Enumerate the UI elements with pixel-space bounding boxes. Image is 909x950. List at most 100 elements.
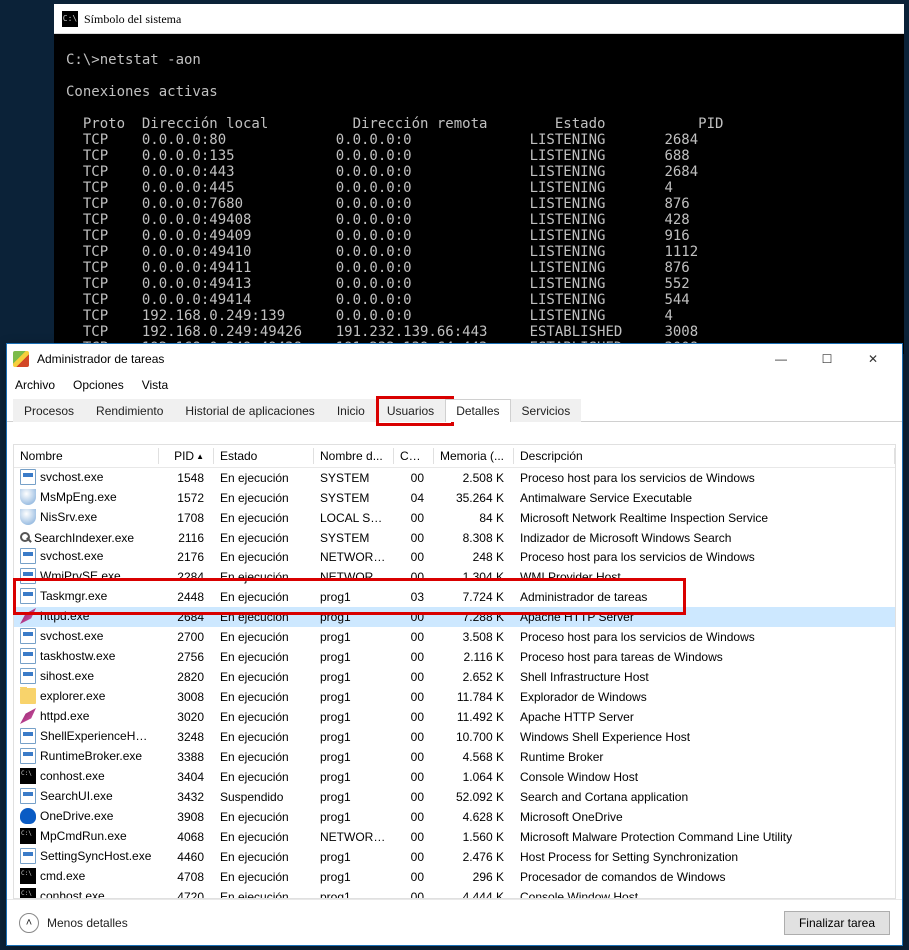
proc-cpu: 04 <box>394 488 434 508</box>
process-table: Nombre PID▲ Estado Nombre d... CPU Memor… <box>14 445 895 899</box>
tab-detalles[interactable]: Detalles <box>445 399 510 422</box>
proc-pid: 2756 <box>159 647 214 667</box>
proc-mem: 4.628 K <box>434 807 514 827</box>
proc-user: prog1 <box>314 867 394 887</box>
proc-user: prog1 <box>314 707 394 727</box>
fewer-details-label: Menos detalles <box>47 916 128 930</box>
tab-procesos[interactable]: Procesos <box>13 399 85 422</box>
proc-desc: Apache HTTP Server <box>514 607 895 627</box>
table-row[interactable]: httpd.exe2684En ejecuciónprog1007.288 KA… <box>14 607 895 627</box>
table-row[interactable]: svchost.exe2176En ejecuciónNETWORK...002… <box>14 547 895 567</box>
proc-user: NETWORK... <box>314 567 394 587</box>
proc-pid: 3388 <box>159 747 214 767</box>
proc-cpu: 00 <box>394 767 434 787</box>
table-row[interactable]: httpd.exe3020En ejecuciónprog10011.492 K… <box>14 707 895 727</box>
table-row[interactable]: cmd.exe4708En ejecuciónprog100296 KProce… <box>14 867 895 887</box>
tm-menubar: Archivo Opciones Vista <box>7 374 902 396</box>
table-row[interactable]: SearchIndexer.exe2116En ejecuciónSYSTEM0… <box>14 528 895 547</box>
minimize-button[interactable]: — <box>758 344 804 374</box>
table-header-row: Nombre PID▲ Estado Nombre d... CPU Memor… <box>14 445 895 468</box>
proc-estado: En ejecución <box>214 587 314 607</box>
tab-inicio[interactable]: Inicio <box>326 399 376 422</box>
proc-pid: 4068 <box>159 827 214 847</box>
table-row[interactable]: conhost.exe3404En ejecuciónprog1001.064 … <box>14 767 895 787</box>
table-row[interactable]: ShellExperienceHost....3248En ejecuciónp… <box>14 727 895 747</box>
table-row[interactable]: SearchUI.exe3432Suspendidoprog10052.092 … <box>14 787 895 807</box>
table-row[interactable]: NisSrv.exe1708En ejecuciónLOCAL SE...008… <box>14 508 895 528</box>
proc-user: SYSTEM <box>314 468 394 489</box>
proc-cpu: 03 <box>394 587 434 607</box>
proc-user: prog1 <box>314 727 394 747</box>
table-row[interactable]: MpCmdRun.exe4068En ejecuciónNETWORK...00… <box>14 827 895 847</box>
close-button[interactable]: ✕ <box>850 344 896 374</box>
table-row[interactable]: OneDrive.exe3908En ejecuciónprog1004.628… <box>14 807 895 827</box>
proc-name: svchost.exe <box>40 629 103 643</box>
process-icon <box>20 728 36 744</box>
proc-cpu: 00 <box>394 627 434 647</box>
maximize-button[interactable]: ☐ <box>804 344 850 374</box>
command-prompt-window[interactable]: C:\ Símbolo del sistema C:\>netstat -aon… <box>54 4 904 354</box>
proc-estado: En ejecución <box>214 687 314 707</box>
task-manager-icon <box>13 351 29 367</box>
table-row[interactable]: explorer.exe3008En ejecuciónprog10011.78… <box>14 687 895 707</box>
table-row[interactable]: svchost.exe2700En ejecuciónprog1003.508 … <box>14 627 895 647</box>
process-icon <box>20 808 36 824</box>
proc-desc: Apache HTTP Server <box>514 707 895 727</box>
proc-desc: Microsoft Malware Protection Command Lin… <box>514 827 895 847</box>
col-cpu[interactable]: CPU <box>394 445 434 468</box>
table-row[interactable]: RuntimeBroker.exe3388En ejecuciónprog100… <box>14 747 895 767</box>
col-usuario[interactable]: Nombre d... <box>314 445 394 468</box>
proc-estado: En ejecución <box>214 767 314 787</box>
proc-name: sihost.exe <box>40 669 94 683</box>
proc-mem: 4.444 K <box>434 887 514 899</box>
tab-servicios[interactable]: Servicios <box>511 399 582 422</box>
table-row[interactable]: sihost.exe2820En ejecuciónprog1002.652 K… <box>14 667 895 687</box>
col-nombre[interactable]: Nombre <box>14 445 159 468</box>
process-icon <box>20 648 36 664</box>
proc-user: prog1 <box>314 807 394 827</box>
table-row[interactable]: conhost.exe4720En ejecuciónprog1004.444 … <box>14 887 895 899</box>
tab-historial[interactable]: Historial de aplicaciones <box>174 399 325 422</box>
proc-cpu: 00 <box>394 508 434 528</box>
proc-mem: 1.304 K <box>434 567 514 587</box>
table-row[interactable]: WmiPrvSE.exe2284En ejecuciónNETWORK...00… <box>14 567 895 587</box>
proc-name: RuntimeBroker.exe <box>40 749 142 763</box>
proc-user: prog1 <box>314 587 394 607</box>
proc-estado: En ejecución <box>214 508 314 528</box>
cmd-titlebar[interactable]: C:\ Símbolo del sistema <box>54 4 904 34</box>
table-row[interactable]: svchost.exe1548En ejecuciónSYSTEM002.508… <box>14 468 895 489</box>
proc-mem: 1.560 K <box>434 827 514 847</box>
col-memoria[interactable]: Memoria (... <box>434 445 514 468</box>
proc-cpu: 00 <box>394 667 434 687</box>
col-pid[interactable]: PID▲ <box>159 445 214 468</box>
proc-desc: Explorador de Windows <box>514 687 895 707</box>
end-task-button[interactable]: Finalizar tarea <box>784 911 890 935</box>
tm-titlebar[interactable]: Administrador de tareas — ☐ ✕ <box>7 344 902 374</box>
proc-cpu: 00 <box>394 827 434 847</box>
menu-options[interactable]: Opciones <box>73 378 124 392</box>
process-icon <box>20 548 36 564</box>
proc-user: prog1 <box>314 667 394 687</box>
menu-view[interactable]: Vista <box>142 378 168 392</box>
table-row[interactable]: MsMpEng.exe1572En ejecuciónSYSTEM0435.26… <box>14 488 895 508</box>
proc-pid: 2700 <box>159 627 214 647</box>
menu-file[interactable]: Archivo <box>15 378 55 392</box>
task-manager-window[interactable]: Administrador de tareas — ☐ ✕ Archivo Op… <box>6 343 903 946</box>
col-descripcion[interactable]: Descripción <box>514 445 895 468</box>
table-row[interactable]: Taskmgr.exe2448En ejecuciónprog1037.724 … <box>14 587 895 607</box>
chevron-up-icon: ˄ <box>19 913 39 933</box>
proc-mem: 84 K <box>434 508 514 528</box>
proc-desc: Proceso host para los servicios de Windo… <box>514 547 895 567</box>
fewer-details-toggle[interactable]: ˄ Menos detalles <box>19 913 128 933</box>
proc-pid: 2116 <box>159 528 214 547</box>
table-row[interactable]: SettingSyncHost.exe4460En ejecuciónprog1… <box>14 847 895 867</box>
proc-pid: 3248 <box>159 727 214 747</box>
tab-rendimiento[interactable]: Rendimiento <box>85 399 174 422</box>
col-estado[interactable]: Estado <box>214 445 314 468</box>
proc-estado: En ejecución <box>214 468 314 489</box>
table-row[interactable]: taskhostw.exe2756En ejecuciónprog1002.11… <box>14 647 895 667</box>
proc-cpu: 00 <box>394 747 434 767</box>
proc-user: NETWORK... <box>314 547 394 567</box>
proc-name: svchost.exe <box>40 549 103 563</box>
tab-usuarios[interactable]: Usuarios <box>376 399 445 422</box>
